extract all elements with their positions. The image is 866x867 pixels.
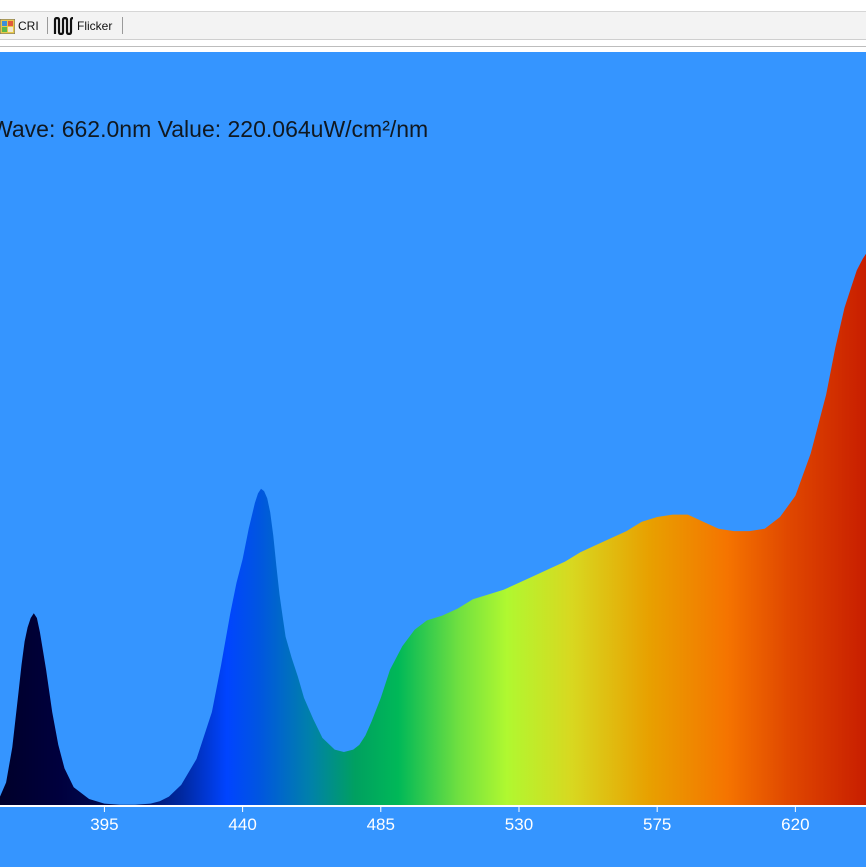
spectrum-chart: 395 440 485 530 575 620 [0, 253, 866, 834]
x-axis-ticks: 395 440 485 530 575 620 [90, 806, 810, 834]
x-tick-label: 575 [643, 815, 671, 834]
toolbar-separator [47, 17, 48, 34]
flicker-button[interactable]: Flicker [53, 16, 112, 36]
x-tick-label: 485 [367, 815, 395, 834]
cri-label: CRI [18, 19, 39, 33]
flicker-wave-icon [53, 17, 74, 35]
spectrum-area-fill [0, 253, 866, 807]
cri-icon [0, 18, 15, 34]
flicker-label: Flicker [77, 19, 113, 33]
cri-button[interactable]: CRI [0, 16, 39, 36]
x-tick-label: 440 [228, 815, 256, 834]
x-tick-label: 395 [90, 815, 118, 834]
x-tick-label: 620 [781, 815, 809, 834]
spectrum-plot-area[interactable]: 395 440 485 530 575 620 Wave: 662.0nm Value: … [0, 52, 866, 867]
cursor-readout: Wave: 662.0nm Value: 220.064uW/cm²/nm [0, 116, 429, 142]
toolbar: CRI Flicker [0, 0, 866, 52]
x-tick-label: 530 [505, 815, 533, 834]
toolbar-bar [0, 11, 866, 40]
toolbar-separator [122, 17, 123, 34]
toolbar-divider-line [0, 46, 866, 47]
